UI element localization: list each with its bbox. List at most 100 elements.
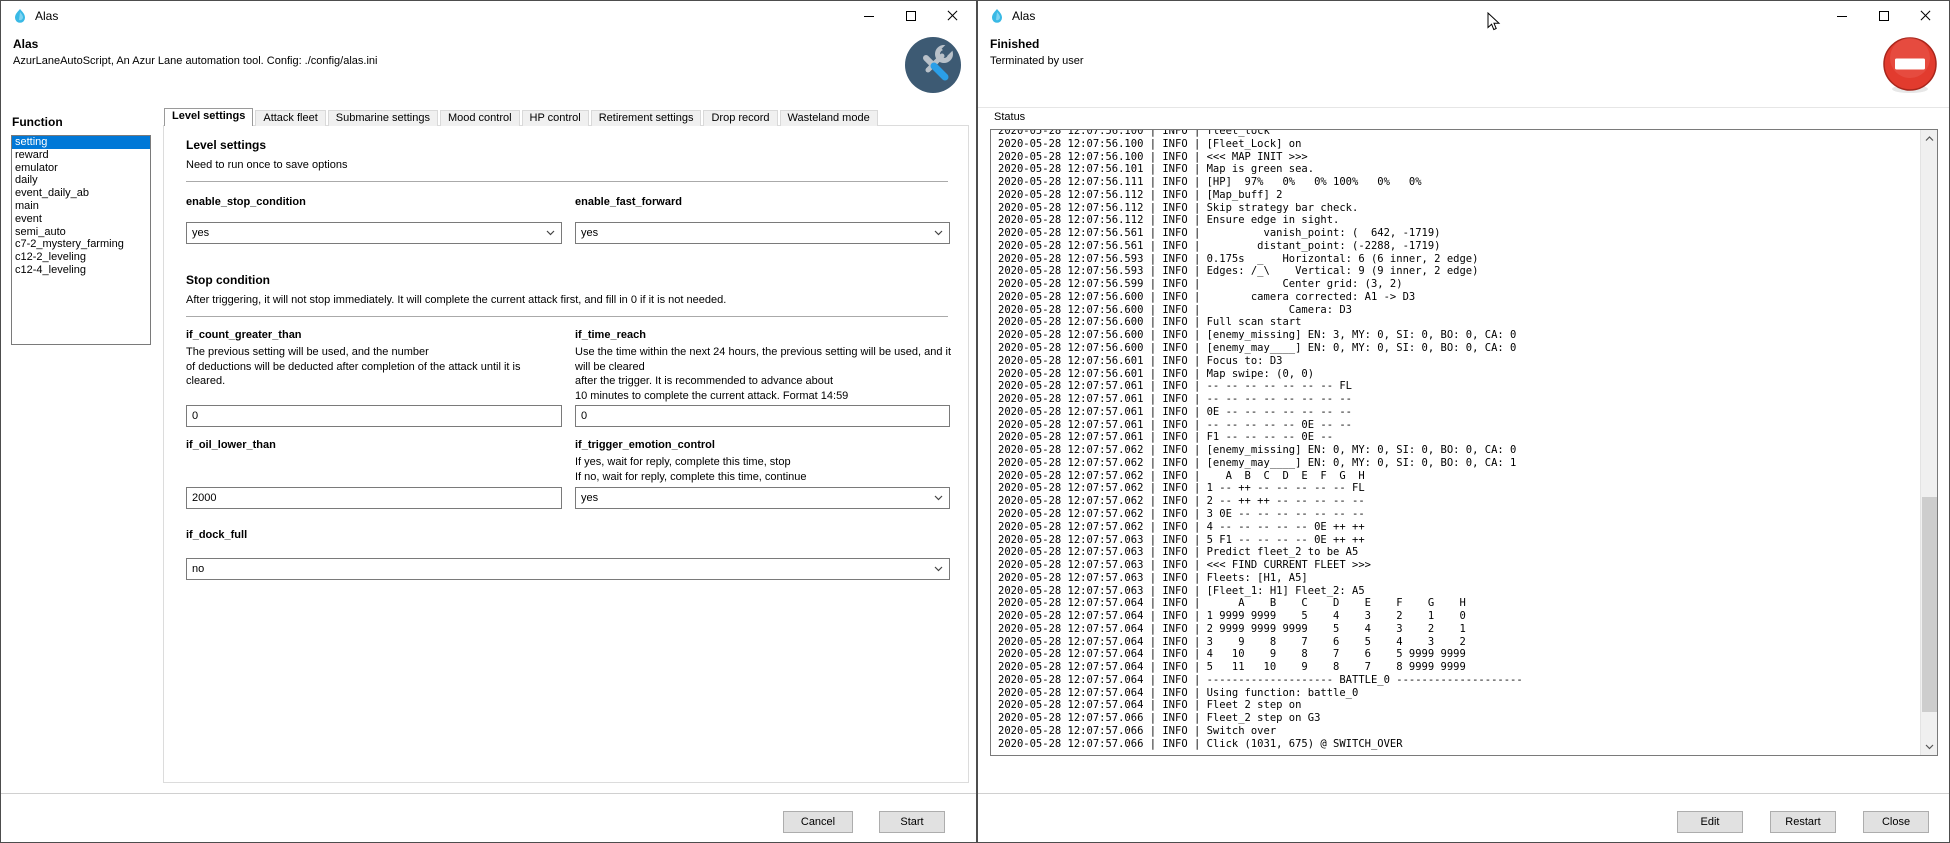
scroll-down-icon[interactable] (1921, 738, 1938, 755)
tab-drop-record[interactable]: Drop record (703, 110, 777, 126)
chevron-down-icon (934, 230, 943, 236)
status-subtitle: Terminated by user (990, 55, 1084, 67)
if-oil-lower-than-input[interactable]: 2000 (186, 487, 562, 509)
desc-if-time-reach: Use the time within the next 24 hours, t… (575, 345, 952, 403)
log-line: 2020-05-28 12:07:57.064 | INFO | -------… (998, 674, 1920, 687)
if-trigger-emotion-control-select[interactable]: yes (575, 487, 950, 509)
tools-icon (904, 36, 962, 94)
label-if-time-reach: if_time_reach (575, 329, 646, 341)
log-line: 2020-05-28 12:07:57.064 | INFO | 4 10 9 … (998, 648, 1920, 661)
maximize-button[interactable] (890, 1, 932, 31)
titlebar[interactable]: Alas (1, 1, 976, 31)
level-settings-tab-page: Level settings Need to run once to save … (163, 125, 969, 783)
section-desc-level-settings: Need to run once to save options (186, 159, 347, 171)
tab-submarine-settings[interactable]: Submarine settings (328, 110, 438, 126)
log-line: 2020-05-28 12:07:57.062 | INFO | 1 -- ++… (998, 482, 1920, 495)
log-line: 2020-05-28 12:07:56.601 | INFO | Map swi… (998, 368, 1920, 381)
label-enable-stop-condition: enable_stop_condition (186, 196, 306, 208)
close-dialog-button[interactable]: Close (1863, 811, 1929, 833)
status-label: Status (994, 111, 1025, 123)
log-line: 2020-05-28 12:07:57.062 | INFO | 3 0E --… (998, 508, 1920, 521)
sidebar-item-event[interactable]: event (12, 213, 150, 226)
restart-button[interactable]: Restart (1770, 811, 1836, 833)
log-line: 2020-05-28 12:07:57.066 | INFO | Fleet_2… (998, 712, 1920, 725)
sidebar-item-event-daily-ab[interactable]: event_daily_ab (12, 187, 150, 200)
minimize-icon (1837, 16, 1847, 17)
log-scrollbar[interactable] (1920, 130, 1937, 755)
window-title: Alas (1012, 9, 1035, 23)
scrollbar-thumb[interactable] (1922, 497, 1937, 712)
log-line: 2020-05-28 12:07:56.101 | INFO | Map is … (998, 163, 1920, 176)
sidebar-item-main[interactable]: main (12, 200, 150, 213)
log-line: 2020-05-28 12:07:57.062 | INFO | 2 -- ++… (998, 495, 1920, 508)
log-line: 2020-05-28 12:07:57.062 | INFO | A B C D… (998, 470, 1920, 483)
enable-stop-condition-select[interactable]: yes (186, 222, 562, 244)
log-line: 2020-05-28 12:07:57.062 | INFO | 4 -- --… (998, 521, 1920, 534)
select-value: yes (581, 227, 598, 239)
log-line: 2020-05-28 12:07:56.112 | INFO | Skip st… (998, 202, 1920, 215)
tab-hp-control[interactable]: HP control (522, 110, 589, 126)
log-line: 2020-05-28 12:07:56.593 | INFO | 0.175s … (998, 253, 1920, 266)
alas-logo-icon (12, 8, 28, 24)
header-divider (978, 107, 1949, 108)
alas-logo-icon (989, 8, 1005, 24)
close-button[interactable] (932, 1, 974, 31)
log-line: 2020-05-28 12:07:57.063 | INFO | 5 F1 --… (998, 534, 1920, 547)
scroll-up-icon[interactable] (1921, 130, 1938, 147)
if-dock-full-select[interactable]: no (186, 558, 950, 580)
sidebar-item-c12-4-leveling[interactable]: c12-4_leveling (12, 264, 150, 277)
log-line: 2020-05-28 12:07:56.561 | INFO | vanish_… (998, 227, 1920, 240)
log-line: 2020-05-28 12:07:57.063 | INFO | <<< FIN… (998, 559, 1920, 572)
tab-attack-fleet[interactable]: Attack fleet (255, 110, 325, 126)
log-line: 2020-05-28 12:07:56.601 | INFO | Focus t… (998, 355, 1920, 368)
page-title: Alas (13, 37, 38, 51)
select-value: yes (581, 492, 598, 504)
sidebar-item-semi-auto[interactable]: semi_auto (12, 226, 150, 239)
tab-mood-control[interactable]: Mood control (440, 110, 520, 126)
log-line: 2020-05-28 12:07:57.064 | INFO | A B C D… (998, 597, 1920, 610)
label-enable-fast-forward: enable_fast_forward (575, 196, 682, 208)
titlebar[interactable]: Alas (978, 1, 1949, 31)
start-button[interactable]: Start (879, 811, 945, 833)
tab-level-settings[interactable]: Level settings (164, 108, 253, 126)
sidebar-item-reward[interactable]: reward (12, 149, 150, 162)
maximize-button[interactable] (1863, 1, 1905, 31)
cancel-button[interactable]: Cancel (783, 811, 853, 833)
chevron-down-icon (546, 230, 555, 236)
log-line: 2020-05-28 12:07:57.061 | INFO | -- -- -… (998, 380, 1920, 393)
function-list[interactable]: settingrewardemulatordailyevent_daily_ab… (11, 135, 151, 345)
minimize-button[interactable] (848, 1, 890, 31)
status-log[interactable]: 2020-05-28 12:07:56.100 | INFO | fleet_l… (990, 129, 1938, 756)
minimize-button[interactable] (1821, 1, 1863, 31)
log-line: 2020-05-28 12:07:56.100 | INFO | [Fleet_… (998, 138, 1920, 151)
log-line: 2020-05-28 12:07:57.064 | INFO | 1 9999 … (998, 610, 1920, 623)
log-line: 2020-05-28 12:07:57.063 | INFO | Predict… (998, 546, 1920, 559)
section-title-stop-condition: Stop condition (186, 273, 270, 287)
section-title-level-settings: Level settings (186, 138, 266, 152)
log-line: 2020-05-28 12:07:56.600 | INFO | Camera:… (998, 304, 1920, 317)
log-line: 2020-05-28 12:07:56.600 | INFO | camera … (998, 291, 1920, 304)
function-panel-label: Function (12, 115, 63, 129)
log-line: 2020-05-28 12:07:57.061 | INFO | F1 -- -… (998, 431, 1920, 444)
label-if-trigger-emotion-control: if_trigger_emotion_control (575, 439, 715, 451)
sidebar-item-c12-2-leveling[interactable]: c12-2_leveling (12, 251, 150, 264)
if-count-greater-than-input[interactable]: 0 (186, 405, 562, 427)
sidebar-item-c7-2-mystery-farming[interactable]: c7-2_mystery_farming (12, 238, 150, 251)
label-if-count-greater-than: if_count_greater_than (186, 329, 302, 341)
tab-retirement-settings[interactable]: Retirement settings (591, 110, 702, 126)
log-line: 2020-05-28 12:07:56.112 | INFO | [Map_bu… (998, 189, 1920, 202)
tab-wasteland-mode[interactable]: Wasteland mode (780, 110, 878, 126)
sidebar-item-setting[interactable]: setting (12, 136, 150, 149)
edit-button[interactable]: Edit (1677, 811, 1743, 833)
if-time-reach-input[interactable]: 0 (575, 405, 950, 427)
desc-if-count-greater-than: The previous setting will be used, and t… (186, 345, 562, 389)
log-line: 2020-05-28 12:07:57.061 | INFO | -- -- -… (998, 393, 1920, 406)
log-line: 2020-05-28 12:07:56.600 | INFO | Full sc… (998, 316, 1920, 329)
enable-fast-forward-select[interactable]: yes (575, 222, 950, 244)
sidebar-item-emulator[interactable]: emulator (12, 162, 150, 175)
log-line: 2020-05-28 12:07:56.100 | INFO | <<< MAP… (998, 151, 1920, 164)
sidebar-item-daily[interactable]: daily (12, 174, 150, 187)
close-button[interactable] (1905, 1, 1947, 31)
divider (186, 316, 948, 317)
select-value: yes (192, 227, 209, 239)
